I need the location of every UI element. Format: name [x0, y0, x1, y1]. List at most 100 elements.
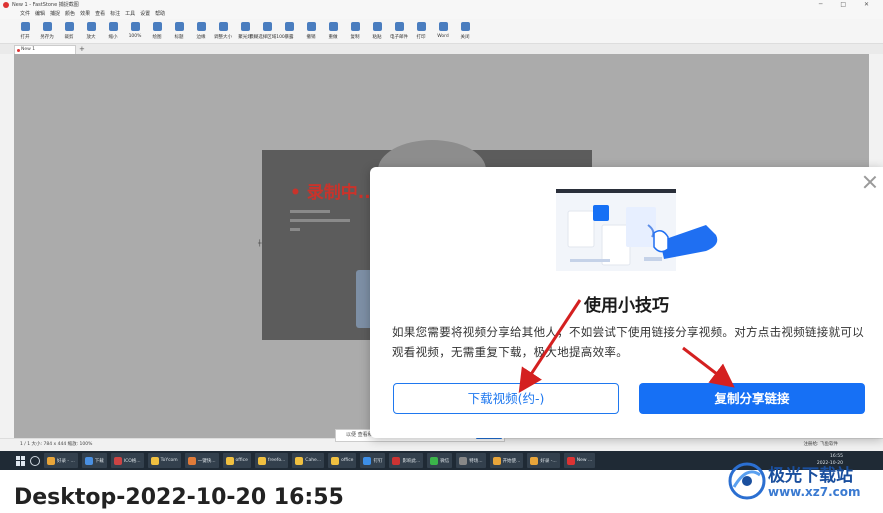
tool-icon	[240, 22, 250, 31]
tool-icon	[174, 22, 184, 31]
toolbar-button[interactable]: 电子邮件	[388, 19, 410, 43]
menu-item[interactable]: 查看	[95, 10, 105, 19]
tool-label: 复制	[350, 35, 360, 40]
toolbar-button[interactable]: 放大	[80, 19, 102, 43]
image-icon	[17, 49, 20, 52]
taskbar-item[interactable]: office	[222, 453, 251, 468]
tool-label: 缩小	[108, 35, 118, 40]
toolbar-button[interactable]: 缩小	[102, 19, 124, 43]
toolbar-button[interactable]: 打开	[14, 19, 36, 43]
taskbar-item[interactable]: Cahe...	[292, 453, 325, 468]
menu-item[interactable]: 帮助	[155, 10, 165, 19]
menu-item[interactable]: 设置	[140, 10, 150, 19]
toolbar-button[interactable]: 关闭	[454, 19, 476, 43]
toolbar-button[interactable]: 打印	[410, 19, 432, 43]
taskbar-item[interactable]: 下载	[81, 453, 107, 468]
copy-share-link-button[interactable]: 复制分享链接	[639, 383, 865, 414]
xz7-logo-icon	[728, 462, 766, 500]
tool-icon	[416, 22, 426, 31]
taskbar-item[interactable]: 好录 -...	[527, 453, 560, 468]
taskbar-item-label: 开始使...	[502, 458, 521, 464]
taskbar-item-label: office	[341, 458, 354, 463]
toolbar-button[interactable]: 重做	[322, 19, 344, 43]
close-icon[interactable]	[863, 175, 877, 189]
tool-icon	[108, 22, 118, 31]
tool-icon	[42, 22, 52, 31]
tool-icon	[130, 22, 140, 31]
taskbar-item[interactable]: 一键快...	[184, 453, 219, 468]
windows-start-icon[interactable]	[16, 455, 26, 466]
tool-label: 电子邮件	[390, 35, 408, 40]
taskbar-item[interactable]: 微信	[427, 453, 453, 468]
toolbar-button[interactable]: 边缘	[190, 19, 212, 43]
tool-icon	[284, 22, 294, 31]
add-tab-button[interactable]: +	[79, 45, 85, 53]
toolbar-button[interactable]: 标题	[168, 19, 190, 43]
tool-label: 打开	[20, 35, 30, 40]
menu-item[interactable]: 捕捉	[50, 10, 60, 19]
taskbar-item[interactable]: 影响此...	[389, 453, 424, 468]
toolbar-button[interactable]: 复制	[344, 19, 366, 43]
toolbar-button[interactable]: 暴露	[278, 19, 300, 43]
tool-icon	[438, 22, 448, 31]
taskbar-item[interactable]: ICO格...	[110, 453, 144, 468]
tool-label: 暴露	[284, 35, 294, 40]
app-icon	[113, 456, 122, 465]
taskbar-item-label: 好录 -...	[540, 458, 557, 464]
toolbar-button[interactable]: 裁剪	[58, 19, 80, 43]
search-icon[interactable]	[30, 455, 40, 466]
tab-new-1[interactable]: New 1	[14, 45, 76, 54]
taskbar-item[interactable]: office	[328, 453, 357, 468]
app-icon	[257, 456, 266, 465]
text-line	[290, 228, 300, 231]
toolbar-button[interactable]: 另存为	[36, 19, 58, 43]
tool-label: 100%	[128, 34, 142, 39]
menu-bar: 文件 编辑 捕捉 颜色 效果 查看 标注 工具 设置 帮助	[0, 10, 883, 19]
toolbar-button[interactable]: 100%	[124, 19, 146, 43]
tool-icon	[394, 22, 404, 31]
taskbar-item-label: 微信	[440, 458, 450, 464]
taskbar-item-label: freefo...	[267, 458, 286, 463]
taskbar-item-label: Cahe...	[305, 458, 322, 463]
taskbar-item[interactable]: 好录 - ...	[44, 453, 78, 468]
tool-label: 标题	[174, 35, 184, 40]
toolbar-button[interactable]: 调整大小	[212, 19, 234, 43]
toolbar-button[interactable]: 撤销	[300, 19, 322, 43]
menu-item[interactable]: 效果	[80, 10, 90, 19]
watermark-title: 极光下载站	[768, 466, 853, 486]
menu-item[interactable]: 工具	[125, 10, 135, 19]
taskbar-item-label: 好录 - ...	[57, 458, 75, 464]
app-icon	[187, 456, 196, 465]
tool-label: 撤销	[306, 35, 316, 40]
taskbar-item-label: 下载	[94, 458, 104, 464]
taskbar-item[interactable]: 特场...	[456, 453, 486, 468]
taskbar-item[interactable]: ToYcom	[147, 453, 181, 468]
app-icon	[295, 456, 304, 465]
taskbar-item-label: 一键快...	[197, 458, 216, 464]
menu-item[interactable]: 颜色	[65, 10, 75, 19]
toolbar-button[interactable]: 粘贴	[366, 19, 388, 43]
window-controls[interactable]: ─ □ ✕	[819, 0, 877, 10]
download-video-button[interactable]: 下载视频(约-)	[393, 383, 619, 414]
tool-icon	[350, 22, 360, 31]
taskbar-item-label: office	[235, 458, 248, 463]
menu-item[interactable]: 编辑	[35, 10, 45, 19]
taskbar-item[interactable]: 钉钉	[360, 453, 386, 468]
toolbar-button[interactable]: 绘图	[146, 19, 168, 43]
tool-label: 裁剪	[64, 35, 74, 40]
dialog-body: 如果您需要将视频分享给其他人，不如尝试下使用链接分享视频。对方点击视频链接就可以…	[392, 325, 864, 359]
app-icon	[459, 456, 468, 465]
taskbar-item[interactable]: 开始使...	[489, 453, 524, 468]
menu-item[interactable]: 标注	[110, 10, 120, 19]
tool-icon	[262, 22, 272, 31]
menu-item[interactable]: 文件	[20, 10, 30, 19]
toolbar-button[interactable]: 模糊选择区域100	[249, 19, 285, 43]
window-title: New 1 - FastStone 捕捉截图	[12, 2, 79, 8]
taskbar-item-label: 钉钉	[373, 458, 383, 464]
status-info: 1 / 1 大小: 784 x 444 缩放: 100%	[20, 442, 93, 447]
app-icon	[363, 456, 372, 465]
app-icon	[530, 456, 539, 465]
toolbar-button[interactable]: Word	[432, 19, 454, 43]
taskbar-item[interactable]: freefo...	[254, 453, 289, 468]
taskbar-item[interactable]: New ...	[563, 453, 596, 468]
